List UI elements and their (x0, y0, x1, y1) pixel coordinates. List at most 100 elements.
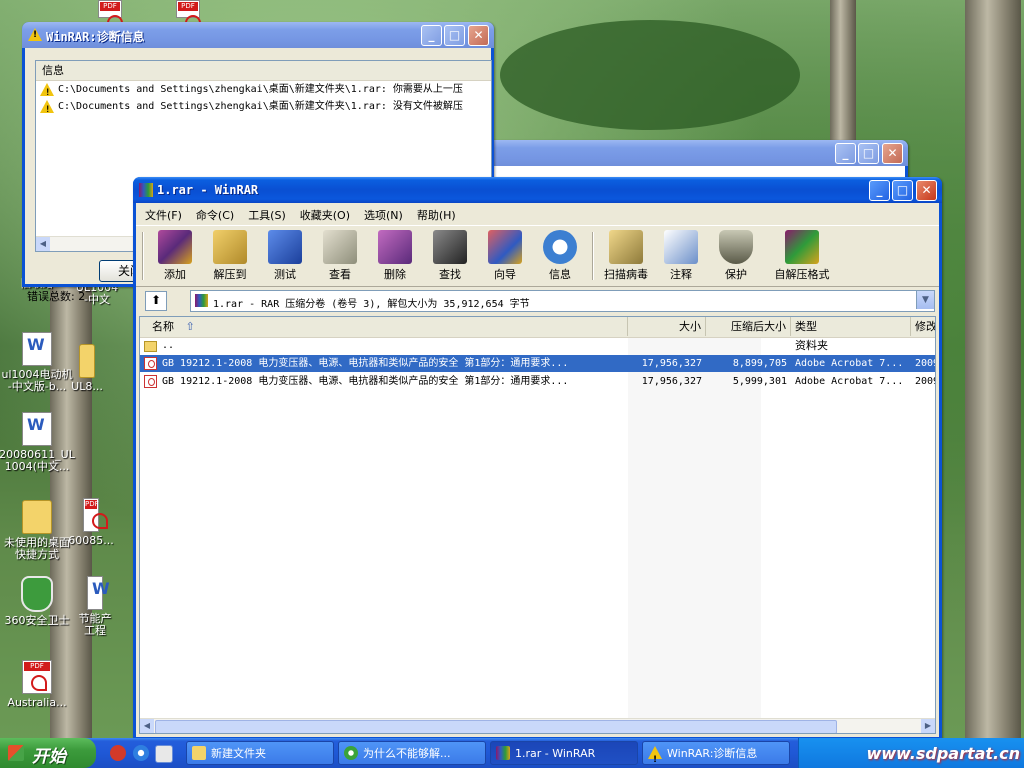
wallpaper-frond (500, 20, 800, 130)
minimize-button[interactable]: _ (835, 143, 856, 164)
internet-explorer-icon[interactable] (133, 745, 149, 761)
watermark: www.sdpartat.cn (866, 744, 1020, 763)
pdf-file-icon (144, 357, 157, 370)
taskbar-button-winrar[interactable]: 1.rar - WinRAR (490, 741, 638, 765)
delete-button[interactable]: 删除 (368, 230, 422, 282)
close-button[interactable]: ✕ (882, 143, 903, 164)
maximize-button[interactable]: □ (892, 180, 913, 201)
sorted-column-shade (628, 337, 761, 733)
document-icon (87, 576, 110, 610)
view-button[interactable]: 查看 (313, 230, 367, 282)
protect-button[interactable]: 保护 (709, 230, 763, 282)
word-document-icon (22, 332, 52, 366)
window-title: 1.rar - WinRAR (157, 183, 259, 197)
find-button[interactable]: 查找 (423, 230, 477, 282)
desktop-icon[interactable]: 未使用的桌面 快捷方式 (0, 492, 76, 561)
desktop-icon[interactable]: 360安全卫士 (0, 576, 76, 627)
toolbar: 添加 解压到 测试 查看 删除 查找 向导 信息 扫描病毒 注释 保护 自解压格… (136, 225, 939, 287)
table-row[interactable]: GB 19212.1-2008 电力变压器、电源、电抗器和类似产品的安全 第1部… (140, 373, 935, 390)
column-header-packed[interactable]: 压缩后大小 (706, 317, 791, 336)
desktop-icon-pdf[interactable] (168, 0, 208, 31)
desktop-icon[interactable]: 60085... (66, 498, 116, 547)
diag-message[interactable]: C:\Documents and Settings\zhengkai\桌面\新建… (36, 98, 491, 119)
file-list[interactable]: 名称 ⇧ 大小 压缩后大小 类型 修改 .. 资料夹 GB 19212.1-20… (139, 316, 936, 734)
table-row[interactable]: GB 19212.1-2008 电力变压器、电源、电抗器和类似产品的安全 第1部… (140, 355, 935, 372)
column-header-modified[interactable]: 修改 (911, 317, 935, 336)
info-button[interactable]: 信息 (533, 230, 587, 282)
window-title: WinRAR:诊断信息 (46, 30, 145, 44)
system-tray: www.sdpartat.cn (798, 738, 1024, 768)
toolbar-separator (142, 232, 144, 280)
scroll-left-arrow[interactable]: ◀ (36, 237, 50, 251)
pdf-file-icon (83, 498, 108, 532)
start-button[interactable]: 开始 (0, 738, 96, 768)
menu-favorites[interactable]: 收藏夹(O) (293, 204, 357, 226)
path-combobox[interactable]: 1.rar - RAR 压缩分卷 (卷号 3), 解包大小为 35,912,65… (190, 290, 935, 312)
find-icon (433, 230, 467, 264)
warning-icon (40, 83, 54, 102)
folder-icon (79, 344, 95, 378)
menu-commands[interactable]: 命令(C) (189, 204, 241, 226)
menu-tools[interactable]: 工具(S) (241, 204, 293, 226)
close-button[interactable]: ✕ (916, 180, 937, 201)
desktop-icon-pdf[interactable] (90, 0, 130, 31)
extract-to-button[interactable]: 解压到 (203, 230, 257, 282)
up-arrow-icon: ⬆ (150, 293, 162, 307)
horizontal-scrollbar[interactable]: ◀ ▶ (140, 718, 935, 733)
sfx-button[interactable]: 自解压格式 (764, 230, 840, 282)
virus-scan-button[interactable]: 扫描病毒 (596, 230, 656, 282)
winrar-logo-icon (496, 746, 510, 760)
quicklaunch-app-icon[interactable] (110, 745, 126, 761)
extract-to-icon (213, 230, 247, 264)
background-window-titlebar[interactable]: _ □ ✕ (440, 140, 908, 166)
column-header-type[interactable]: 类型 (791, 317, 911, 336)
taskbar: 开始 新建文件夹 为什么不能够解... 1.rar - WinRAR WinRA… (0, 738, 1024, 768)
menu-help[interactable]: 帮助(H) (410, 204, 463, 226)
virus-scan-icon (609, 230, 643, 264)
view-icon (323, 230, 357, 264)
minimize-button[interactable]: _ (421, 25, 442, 46)
winrar-titlebar[interactable]: 1.rar - WinRAR _ □ ✕ (133, 177, 942, 203)
wizard-button[interactable]: 向导 (478, 230, 532, 282)
maximize-button[interactable]: □ (444, 25, 465, 46)
desktop-icon[interactable]: 节能产 工程 (70, 576, 120, 637)
scroll-thumb[interactable] (155, 720, 837, 733)
add-button[interactable]: 添加 (148, 230, 202, 282)
sfx-icon (785, 230, 819, 264)
taskbar-button-diag[interactable]: WinRAR:诊断信息 (642, 741, 790, 765)
winrar-client: 文件(F) 命令(C) 工具(S) 收藏夹(O) 选项(N) 帮助(H) 添加 解压到 测… (136, 203, 939, 737)
warning-icon (28, 28, 42, 42)
list-item-parent-folder[interactable]: .. 资料夹 (140, 337, 935, 354)
show-desktop-icon[interactable] (155, 745, 173, 763)
desktop-icon[interactable]: 20080611_UL 1004(中文... (0, 412, 76, 473)
warning-icon (648, 746, 662, 764)
menu-options[interactable]: 选项(N) (357, 204, 410, 226)
test-icon (268, 230, 302, 264)
diag-message[interactable]: C:\Documents and Settings\zhengkai\桌面\新建… (36, 81, 491, 102)
taskbar-button-folder[interactable]: 新建文件夹 (186, 741, 334, 765)
chevron-down-icon[interactable]: ▼ (916, 291, 934, 309)
maximize-button[interactable]: □ (858, 143, 879, 164)
menu-file[interactable]: 文件(F) (138, 204, 189, 226)
winrar-window[interactable]: 1.rar - WinRAR _ □ ✕ 文件(F) 命令(C) 工具(S) 收藏夹(… (133, 177, 942, 740)
folder-icon (22, 500, 52, 534)
scroll-right-arrow[interactable]: ▶ (921, 719, 935, 733)
scroll-left-arrow[interactable]: ◀ (140, 719, 154, 733)
wallpaper-trunk-mid (830, 0, 856, 140)
column-header-info[interactable]: 信息 (36, 61, 491, 81)
column-header-name[interactable]: 名称 ⇧ (140, 317, 628, 336)
up-folder-button[interactable]: ⬆ (145, 291, 167, 311)
info-icon (543, 230, 577, 264)
column-header-size[interactable]: 大小 (628, 317, 706, 336)
close-button[interactable]: ✕ (468, 25, 489, 46)
diag-window-titlebar[interactable]: WinRAR:诊断信息 _ □ ✕ (22, 22, 494, 48)
desktop-icon[interactable]: Australia... (0, 660, 76, 709)
minimize-button[interactable]: _ (869, 180, 890, 201)
word-document-icon (22, 412, 52, 446)
taskbar-button-browser[interactable]: 为什么不能够解... (338, 741, 486, 765)
test-button[interactable]: 测试 (258, 230, 312, 282)
desktop-icon[interactable]: UL8... (62, 336, 112, 393)
comment-button[interactable]: 注释 (654, 230, 708, 282)
toolbar-separator (592, 232, 594, 280)
browser-icon (344, 746, 358, 760)
